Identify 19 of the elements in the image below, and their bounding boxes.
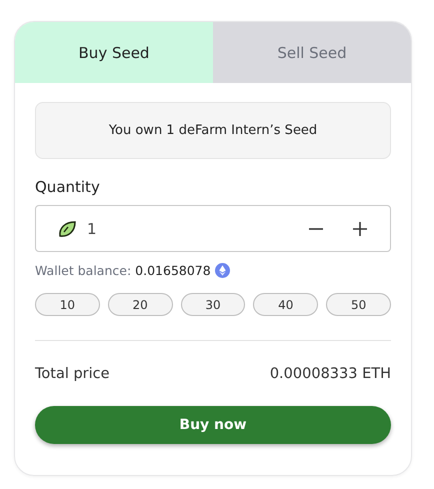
diamond-coin-icon: [214, 263, 230, 278]
plus-icon[interactable]: [352, 220, 368, 236]
quantity-field[interactable]: 1: [35, 205, 391, 252]
buy-button[interactable]: Buy now: [35, 406, 391, 444]
quantity-preset-button[interactable]: 30: [180, 293, 246, 316]
wallet-value: 0.01658078: [135, 263, 211, 278]
quantity-preset-button[interactable]: 40: [253, 293, 318, 316]
quantity-value: 1: [87, 220, 98, 238]
tab[interactable]: Sell Seed: [213, 22, 411, 83]
tab[interactable]: Buy Seed: [15, 22, 213, 83]
wallet-label: Wallet balance:: [35, 263, 132, 278]
total-value: 0.00008333 ETH: [270, 366, 391, 382]
quantity-preset-button[interactable]: 10: [35, 293, 100, 316]
leaf-icon: [57, 218, 77, 238]
notice-text: You own 1 deFarm Intern’s Seed: [35, 102, 391, 159]
quantity-label: Quantity: [35, 177, 100, 197]
quantity-preset-button[interactable]: 50: [326, 293, 391, 316]
total-label: Total price: [35, 366, 110, 382]
quantity-preset-button[interactable]: 20: [108, 293, 173, 316]
